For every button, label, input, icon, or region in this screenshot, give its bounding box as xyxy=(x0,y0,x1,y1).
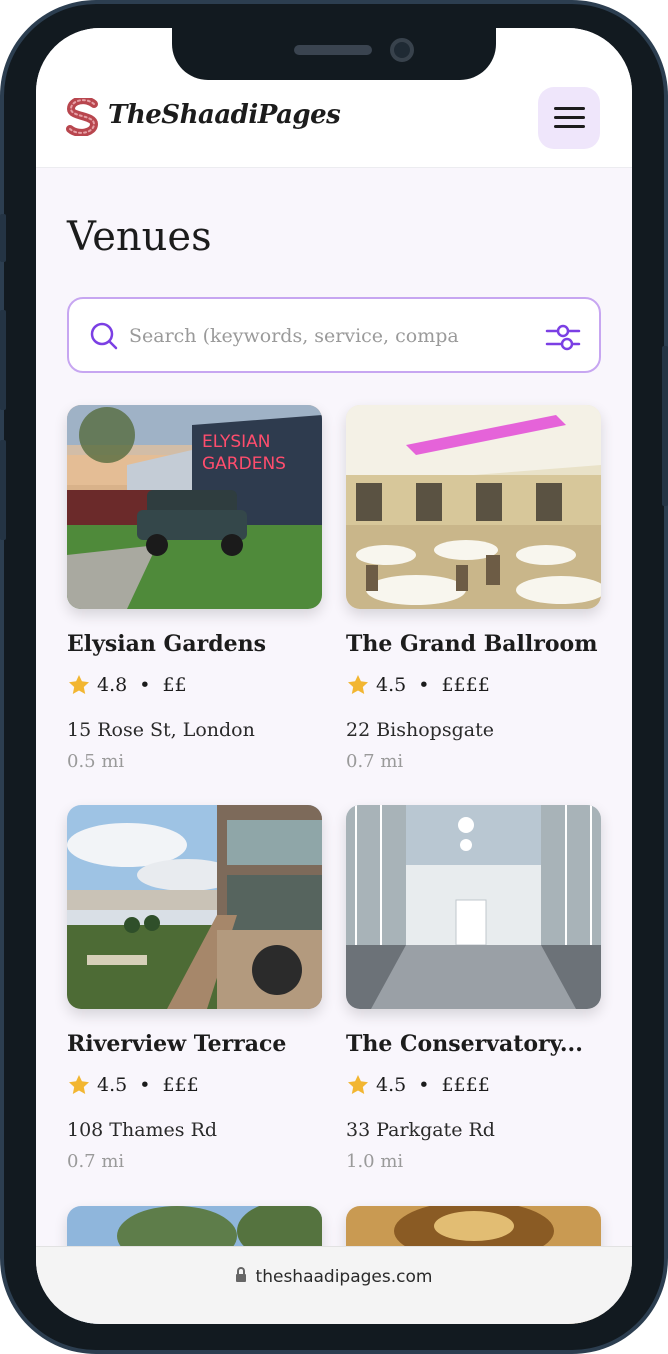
logo-mark-icon[interactable] xyxy=(66,98,100,136)
venue-price: ££ xyxy=(162,674,187,696)
venue-price: ££££ xyxy=(441,1074,490,1096)
phone-action-button xyxy=(0,214,6,262)
venue-address: 22 Bishopsgate xyxy=(346,719,494,741)
svg-text:ELYSIAN: ELYSIAN xyxy=(202,432,271,452)
star-icon xyxy=(348,675,368,694)
separator-dot: • xyxy=(418,1074,430,1096)
hamburger-menu-icon-line xyxy=(554,116,585,119)
venue-price: £££ xyxy=(162,1074,199,1096)
venue-meta: 4.5 • ££££ xyxy=(346,673,490,697)
venue-rating: 4.5 xyxy=(97,1074,128,1096)
phone-frame: TheShaadiPages Venues Search (keywords, … xyxy=(0,0,668,1354)
venue-rating: 4.8 xyxy=(97,674,128,696)
hamburger-menu-icon-line xyxy=(554,125,585,128)
venue-photo[interactable] xyxy=(346,805,601,1009)
phone-volume-down-button xyxy=(0,440,6,540)
venue-card[interactable]: The Grand Ballroom 4.5 • ££££ 22 Bishops… xyxy=(346,405,601,772)
venue-photo[interactable] xyxy=(67,805,322,1009)
separator-dot: • xyxy=(139,1074,151,1096)
url-text: theshaadipages.com xyxy=(255,1267,433,1287)
search-input[interactable] xyxy=(129,317,459,355)
venue-name[interactable]: Riverview Terrace xyxy=(67,1031,322,1057)
page-title: Venues xyxy=(67,214,212,260)
browser-address-bar[interactable]: theshaadipages.com xyxy=(36,1246,632,1324)
menu-button[interactable] xyxy=(538,87,600,149)
venue-name[interactable]: The Conservatory... xyxy=(346,1031,601,1057)
venue-photo[interactable] xyxy=(346,405,601,609)
venue-card[interactable]: ELYSIAN GARDENS Elysian Gardens 4.8 • ££ xyxy=(67,405,322,772)
venue-name[interactable]: The Grand Ballroom xyxy=(346,631,601,657)
phone-power-button xyxy=(662,346,668,506)
venue-card[interactable]: Riverview Terrace 4.5 • £££ 108 Thames R… xyxy=(67,805,322,1172)
venue-address: 108 Thames Rd xyxy=(67,1119,218,1141)
screen: TheShaadiPages Venues Search (keywords, … xyxy=(36,28,632,1324)
venue-distance: 1.0 mi xyxy=(346,1151,404,1172)
venue-meta: 4.8 • ££ xyxy=(67,673,187,697)
venue-photo[interactable]: ELYSIAN GARDENS xyxy=(67,405,322,609)
star-icon xyxy=(69,1075,89,1094)
venue-meta: 4.5 • £££ xyxy=(67,1073,199,1097)
hamburger-menu-icon xyxy=(554,107,585,110)
svg-text:GARDENS: GARDENS xyxy=(202,454,286,474)
star-icon xyxy=(348,1075,368,1094)
separator-dot: • xyxy=(139,674,151,696)
venue-address: 33 Parkgate Rd xyxy=(346,1119,495,1141)
venue-card[interactable]: The Conservatory... 4.5 • ££££ 33 Parkga… xyxy=(346,805,601,1172)
venue-meta: 4.5 • ££££ xyxy=(346,1073,490,1097)
front-camera xyxy=(390,38,414,62)
logo-text[interactable]: TheShaadiPages xyxy=(108,100,341,130)
star-icon xyxy=(69,675,89,694)
filter-sliders-icon[interactable] xyxy=(545,319,581,355)
separator-dot: • xyxy=(418,674,430,696)
venue-distance: 0.7 mi xyxy=(346,751,404,772)
phone-volume-up-button xyxy=(0,310,6,410)
venue-name[interactable]: Elysian Gardens xyxy=(67,631,322,657)
notch xyxy=(172,28,496,80)
search-bar[interactable] xyxy=(67,297,601,373)
venue-rating: 4.5 xyxy=(376,674,407,696)
venue-price: ££££ xyxy=(441,674,490,696)
venue-rating: 4.5 xyxy=(376,1074,407,1096)
speaker xyxy=(294,45,372,55)
lock-icon xyxy=(235,1267,246,1283)
url-display[interactable]: theshaadipages.com xyxy=(36,1267,632,1287)
venue-address: 15 Rose St, London xyxy=(67,719,255,741)
search-icon xyxy=(90,322,118,350)
venue-distance: 0.5 mi xyxy=(67,751,125,772)
venue-distance: 0.7 mi xyxy=(67,1151,125,1172)
